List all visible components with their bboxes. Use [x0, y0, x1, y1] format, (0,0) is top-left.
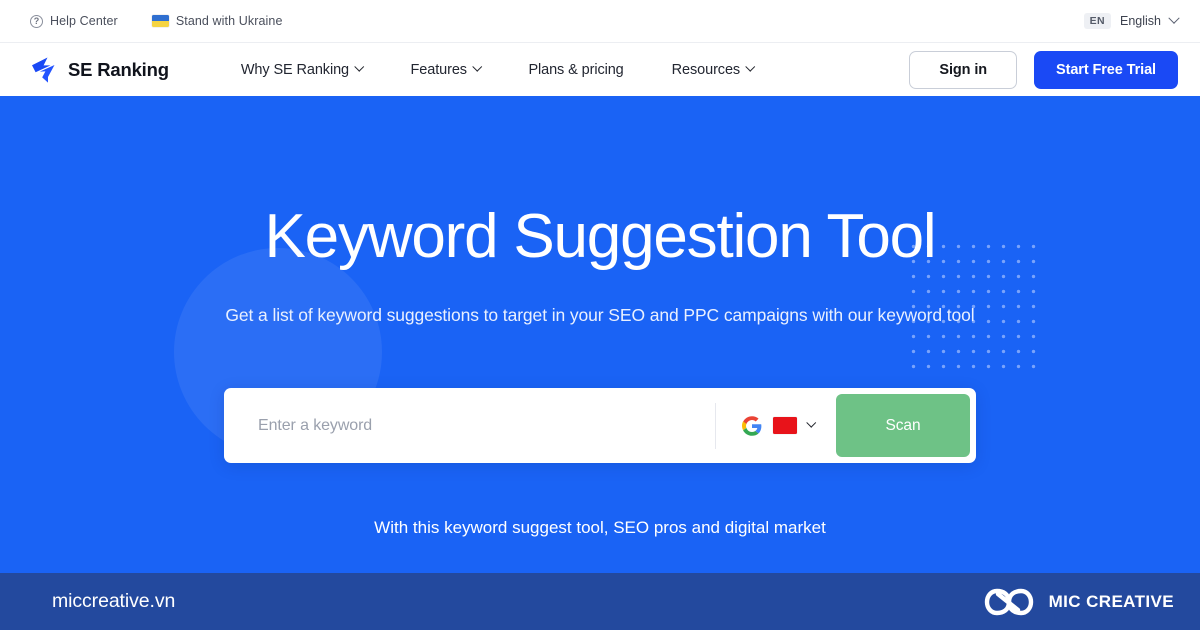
nav-actions: Sign in Start Free Trial	[909, 50, 1178, 89]
ukraine-flag-icon	[151, 15, 169, 27]
utility-bar: ? Help Center Stand with Ukraine EN Engl…	[0, 0, 1200, 43]
keyword-search-input[interactable]	[224, 388, 715, 464]
language-selector[interactable]: EN English	[1083, 12, 1180, 30]
nav-item-label: Resources	[671, 61, 741, 78]
watermark-brand: MIC CREATIVE	[984, 587, 1174, 617]
se-ranking-logo-icon	[32, 57, 55, 83]
chevron-down-icon	[1168, 12, 1180, 24]
hero-content: Keyword Suggestion Tool Get a list of ke…	[0, 96, 1200, 541]
watermark-brand-name: MIC CREATIVE	[1048, 591, 1174, 611]
chevron-down-icon	[745, 62, 755, 72]
page-title: Keyword Suggestion Tool	[264, 202, 937, 271]
stand-with-ukraine-label: Stand with Ukraine	[175, 14, 283, 28]
hero-section: Keyword Suggestion Tool Get a list of ke…	[0, 96, 1200, 630]
search-engine-country-selector[interactable]	[714, 402, 837, 449]
page-root: ? Help Center Stand with Ukraine EN Engl…	[0, 0, 1200, 630]
watermark-banner: miccreative.vn MIC CREATIVE	[0, 573, 1200, 630]
google-icon	[741, 415, 761, 436]
language-label: English	[1120, 14, 1161, 28]
hero-body-text: With this keyword suggest tool, SEO pros…	[374, 518, 826, 538]
nav-item-plans-pricing[interactable]: Plans & pricing	[504, 62, 647, 78]
nav-item-why-se-ranking[interactable]: Why SE Ranking	[217, 62, 387, 78]
keyword-search-bar: Scan	[224, 388, 976, 464]
stand-with-ukraine-link[interactable]: Stand with Ukraine	[151, 14, 283, 28]
country-flag-icon	[772, 417, 797, 435]
nav-item-resources[interactable]: Resources	[648, 62, 778, 78]
sign-in-button[interactable]: Sign in	[909, 50, 1018, 89]
help-center-link[interactable]: ? Help Center	[30, 14, 118, 28]
main-navbar: SE Ranking Why SE Ranking Features Plans…	[0, 43, 1200, 96]
nav-links: Why SE Ranking Features Plans & pricing …	[217, 62, 778, 78]
nav-item-label: Features	[410, 61, 468, 78]
watermark-site-url: miccreative.vn	[52, 590, 176, 612]
help-center-label: Help Center	[50, 14, 118, 28]
nav-item-label: Why SE Ranking	[240, 61, 350, 78]
scan-button[interactable]: Scan	[836, 394, 970, 458]
language-code-badge: EN	[1083, 12, 1111, 30]
question-circle-icon: ?	[30, 14, 43, 28]
brand-name: SE Ranking	[68, 58, 169, 80]
hero-subtitle: Get a list of keyword suggestions to tar…	[225, 305, 975, 326]
nav-item-features[interactable]: Features	[387, 62, 505, 78]
chevron-down-icon	[806, 418, 816, 428]
chevron-down-icon	[354, 62, 364, 72]
chevron-down-icon	[472, 62, 482, 72]
nav-item-label: Plans & pricing	[528, 61, 624, 78]
brand-logo-link[interactable]: SE Ranking	[30, 56, 169, 84]
start-free-trial-button[interactable]: Start Free Trial	[1034, 50, 1178, 89]
utility-bar-left: ? Help Center Stand with Ukraine	[30, 14, 283, 28]
infinity-knot-icon	[984, 588, 1033, 615]
